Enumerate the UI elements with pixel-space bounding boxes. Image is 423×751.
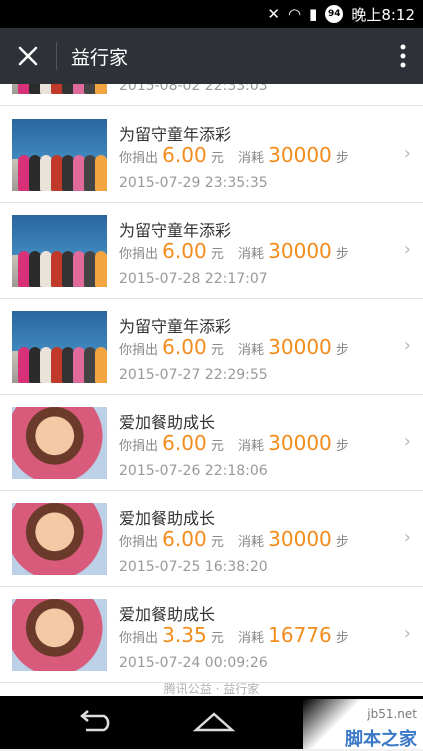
chevron-right-icon: ›	[403, 431, 411, 452]
project-thumbnail	[12, 84, 107, 94]
list-item[interactable]: 爱加餐助成长 你捐出 6.00 元 消耗 30000 步 2015-07-26 …	[0, 395, 423, 491]
more-vertical-icon	[400, 44, 406, 68]
project-name: 爱加餐助成长	[119, 605, 216, 624]
donation-time: 2015-07-25 16:38:20	[119, 559, 268, 575]
watermark-line1: jb51.net	[367, 707, 417, 721]
chevron-right-icon: ›	[403, 527, 411, 548]
chevron-right-icon: ›	[403, 623, 411, 644]
donation-time: 2015-08-02 22:33:03	[119, 84, 268, 94]
project-name: 爱加餐助成长	[119, 413, 216, 432]
watermark-line2: 脚本之家	[345, 729, 417, 750]
project-thumbnail	[12, 503, 107, 575]
donation-time: 2015-07-29 23:35:35	[119, 175, 268, 191]
steps-count: 30000	[268, 239, 332, 263]
mute-icon: ✕	[267, 4, 280, 23]
steps-count: 30000	[268, 143, 332, 167]
donation-amount: 3.35	[162, 623, 207, 647]
donation-amount: 6.00	[162, 527, 207, 551]
back-icon	[80, 710, 110, 732]
steps-count: 30000	[268, 527, 332, 551]
more-button[interactable]	[383, 28, 423, 84]
chevron-right-icon: ›	[403, 143, 411, 164]
project-name: 为留守童年添彩	[119, 125, 232, 144]
list-item[interactable]: 为留守童年添彩 你捐出 6.00 元 消耗 30000 步 2015-07-28…	[0, 203, 423, 299]
status-bar: ✕ ◠ ▮ 94 晚上8:12	[0, 0, 423, 28]
battery-icon: 94	[325, 5, 344, 23]
wifi-icon: ◠	[287, 4, 302, 23]
project-name: 为留守童年添彩	[119, 221, 232, 240]
project-thumbnail	[12, 407, 107, 479]
close-button[interactable]	[0, 28, 56, 84]
donation-amount: 6.00	[162, 335, 207, 359]
chevron-right-icon: ›	[403, 335, 411, 356]
amount-line: 你捐出 6.00 元 消耗 30000 步	[119, 527, 349, 551]
steps-count: 30000	[268, 335, 332, 359]
home-icon	[192, 712, 236, 732]
list-item[interactable]: 爱加餐助成长 你捐出 3.35 元 消耗 16776 步 2015-07-24 …	[0, 587, 423, 683]
steps-count: 30000	[268, 431, 332, 455]
app-bar: 益行家	[0, 28, 423, 84]
donation-time: 2015-07-28 22:17:07	[119, 271, 268, 287]
amount-line: 你捐出 6.00 元 消耗 30000 步	[119, 335, 349, 359]
donation-amount: 6.00	[162, 431, 207, 455]
home-button[interactable]	[192, 710, 236, 738]
status-time: 晚上8:12	[351, 5, 415, 24]
donation-amount: 6.00	[162, 143, 207, 167]
steps-count: 16776	[268, 623, 332, 647]
watermark: jb51.net 脚本之家	[303, 699, 423, 750]
footer-note: 腾讯公益 · 益行家	[163, 682, 260, 696]
amount-line: 你捐出 6.00 元 消耗 30000 步	[119, 143, 349, 167]
donation-time: 2015-07-27 22:29:55	[119, 367, 268, 383]
close-icon	[18, 46, 38, 66]
signal-icon: ▮	[309, 4, 318, 23]
amount-line: 你捐出 6.00 元 消耗 30000 步	[119, 431, 349, 455]
donation-list[interactable]: 2015-08-02 22:33:03 为留守童年添彩 你捐出 6.00 元 消…	[0, 84, 423, 696]
chevron-right-icon: ›	[403, 239, 411, 260]
list-item[interactable]: 为留守童年添彩 你捐出 6.00 元 消耗 30000 步 2015-07-29…	[0, 107, 423, 203]
donation-amount: 6.00	[162, 239, 207, 263]
donation-time: 2015-07-26 22:18:06	[119, 463, 268, 479]
project-thumbnail	[12, 311, 107, 383]
project-name: 爱加餐助成长	[119, 509, 216, 528]
back-button[interactable]	[76, 710, 116, 738]
project-thumbnail	[12, 599, 107, 671]
donation-time: 2015-07-24 00:09:26	[119, 655, 268, 671]
project-name: 为留守童年添彩	[119, 317, 232, 336]
amount-line: 你捐出 6.00 元 消耗 30000 步	[119, 239, 349, 263]
list-item-partial[interactable]: 2015-08-02 22:33:03	[0, 84, 423, 106]
project-thumbnail	[12, 215, 107, 287]
page-title: 益行家	[71, 46, 129, 69]
system-nav-bar: jb51.net 脚本之家	[0, 696, 423, 750]
list-item[interactable]: 为留守童年添彩 你捐出 6.00 元 消耗 30000 步 2015-07-27…	[0, 299, 423, 395]
list-item[interactable]: 爱加餐助成长 你捐出 6.00 元 消耗 30000 步 2015-07-25 …	[0, 491, 423, 587]
amount-line: 你捐出 3.35 元 消耗 16776 步	[119, 623, 349, 647]
project-thumbnail	[12, 119, 107, 191]
